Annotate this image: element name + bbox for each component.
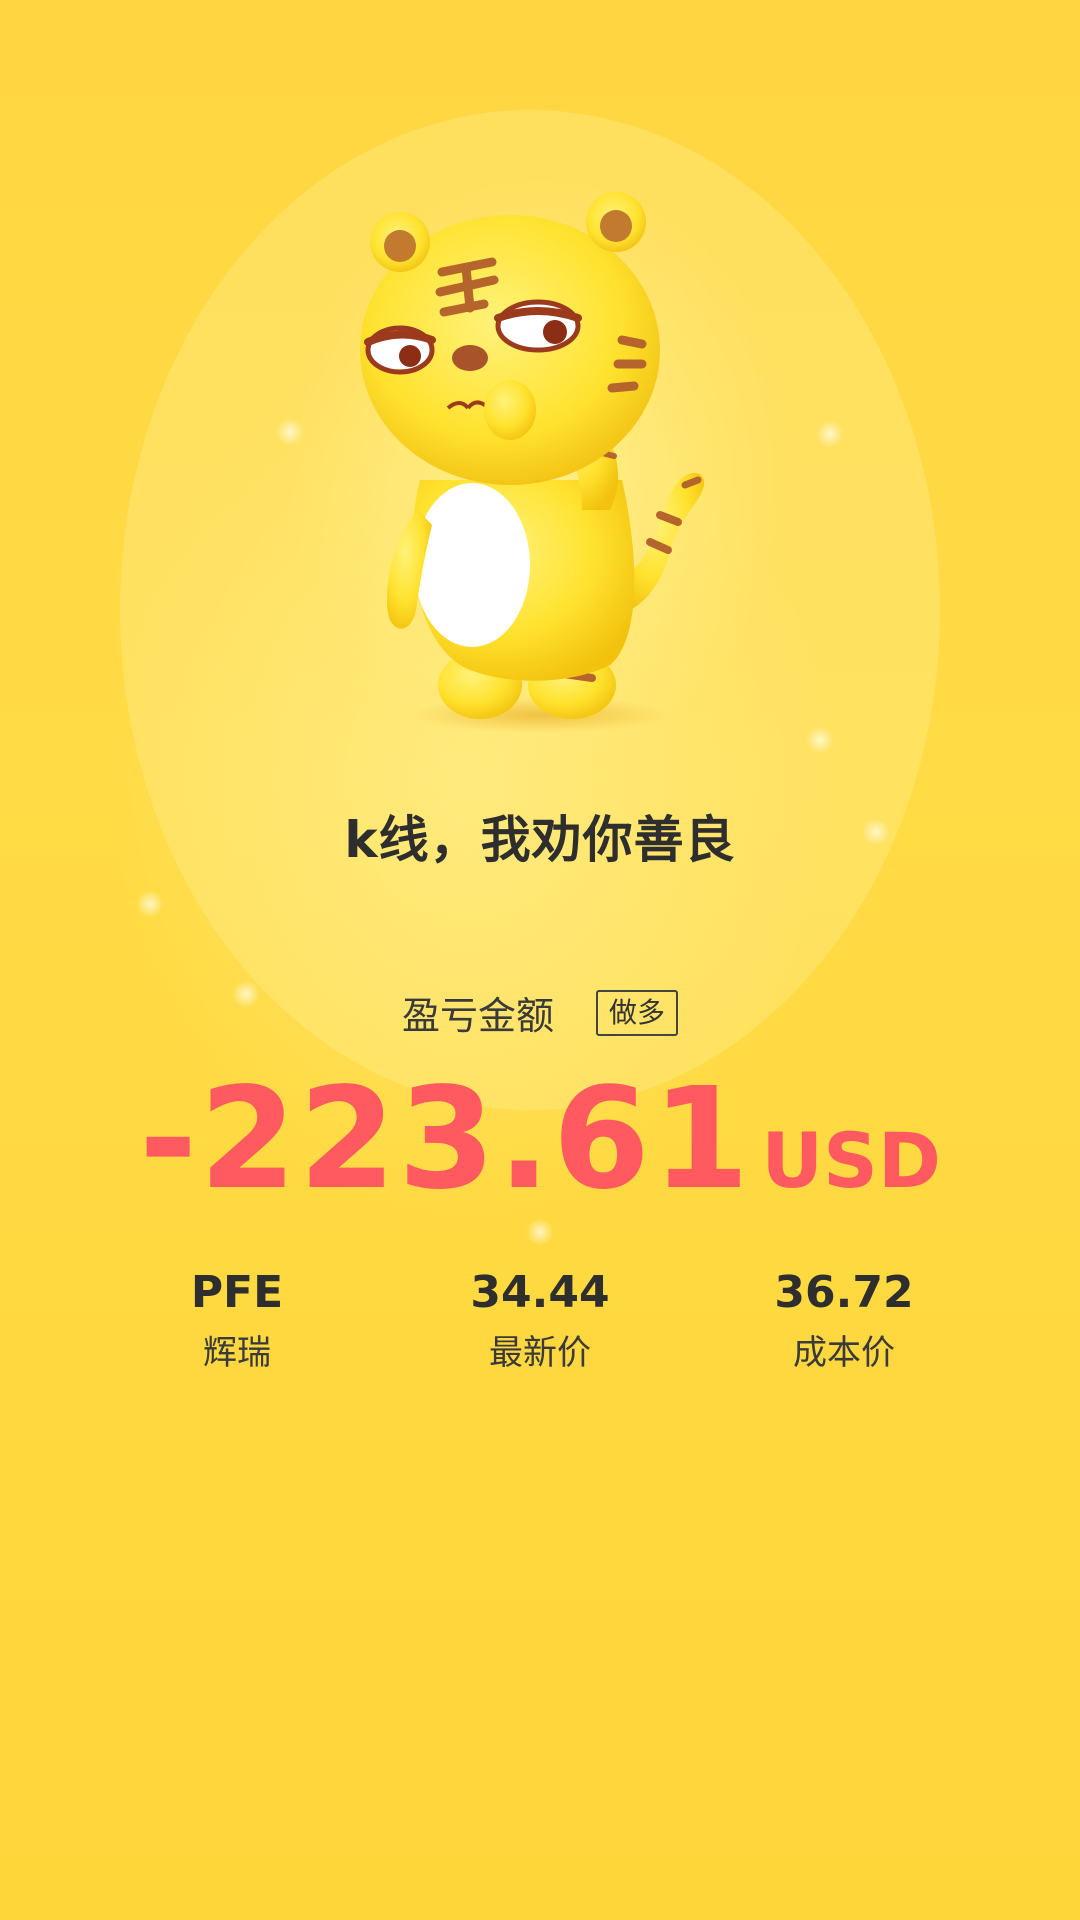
amount-value: -223.61 (139, 1058, 752, 1221)
tiger-mascot-icon (360, 180, 740, 740)
profit-loss-header: 盈亏金额 做多 (0, 985, 1080, 1040)
cost-price-label: 成本价 (793, 1333, 895, 1373)
long-position-badge: 做多 (596, 989, 679, 1036)
profit-loss-amount: -223.61 USD (0, 1060, 1080, 1220)
stat-latest-price: 34.44 最新价 (420, 1265, 660, 1375)
stock-symbol: PFE (190, 1267, 284, 1318)
stock-name: 辉瑞 (203, 1333, 271, 1373)
amount-currency: USD (761, 1116, 941, 1205)
profit-loss-label: 盈亏金额 (401, 994, 554, 1038)
latest-price-value: 34.44 (470, 1267, 610, 1318)
position-stats: PFE 辉瑞 34.44 最新价 36.72 成本价 (100, 1265, 980, 1405)
sparkle-decoration (816, 420, 844, 448)
cost-price-value: 36.72 (774, 1267, 914, 1318)
latest-price-label: 最新价 (489, 1333, 591, 1373)
stat-symbol: PFE 辉瑞 (117, 1265, 357, 1375)
sparkle-decoration (276, 418, 304, 446)
sparkle-decoration (806, 726, 834, 754)
sparkle-decoration (136, 890, 164, 918)
tagline-text: k线，我劝你善良 (344, 811, 736, 869)
stat-cost-price: 36.72 成本价 (724, 1265, 964, 1375)
sparkle-decoration (526, 1218, 554, 1246)
